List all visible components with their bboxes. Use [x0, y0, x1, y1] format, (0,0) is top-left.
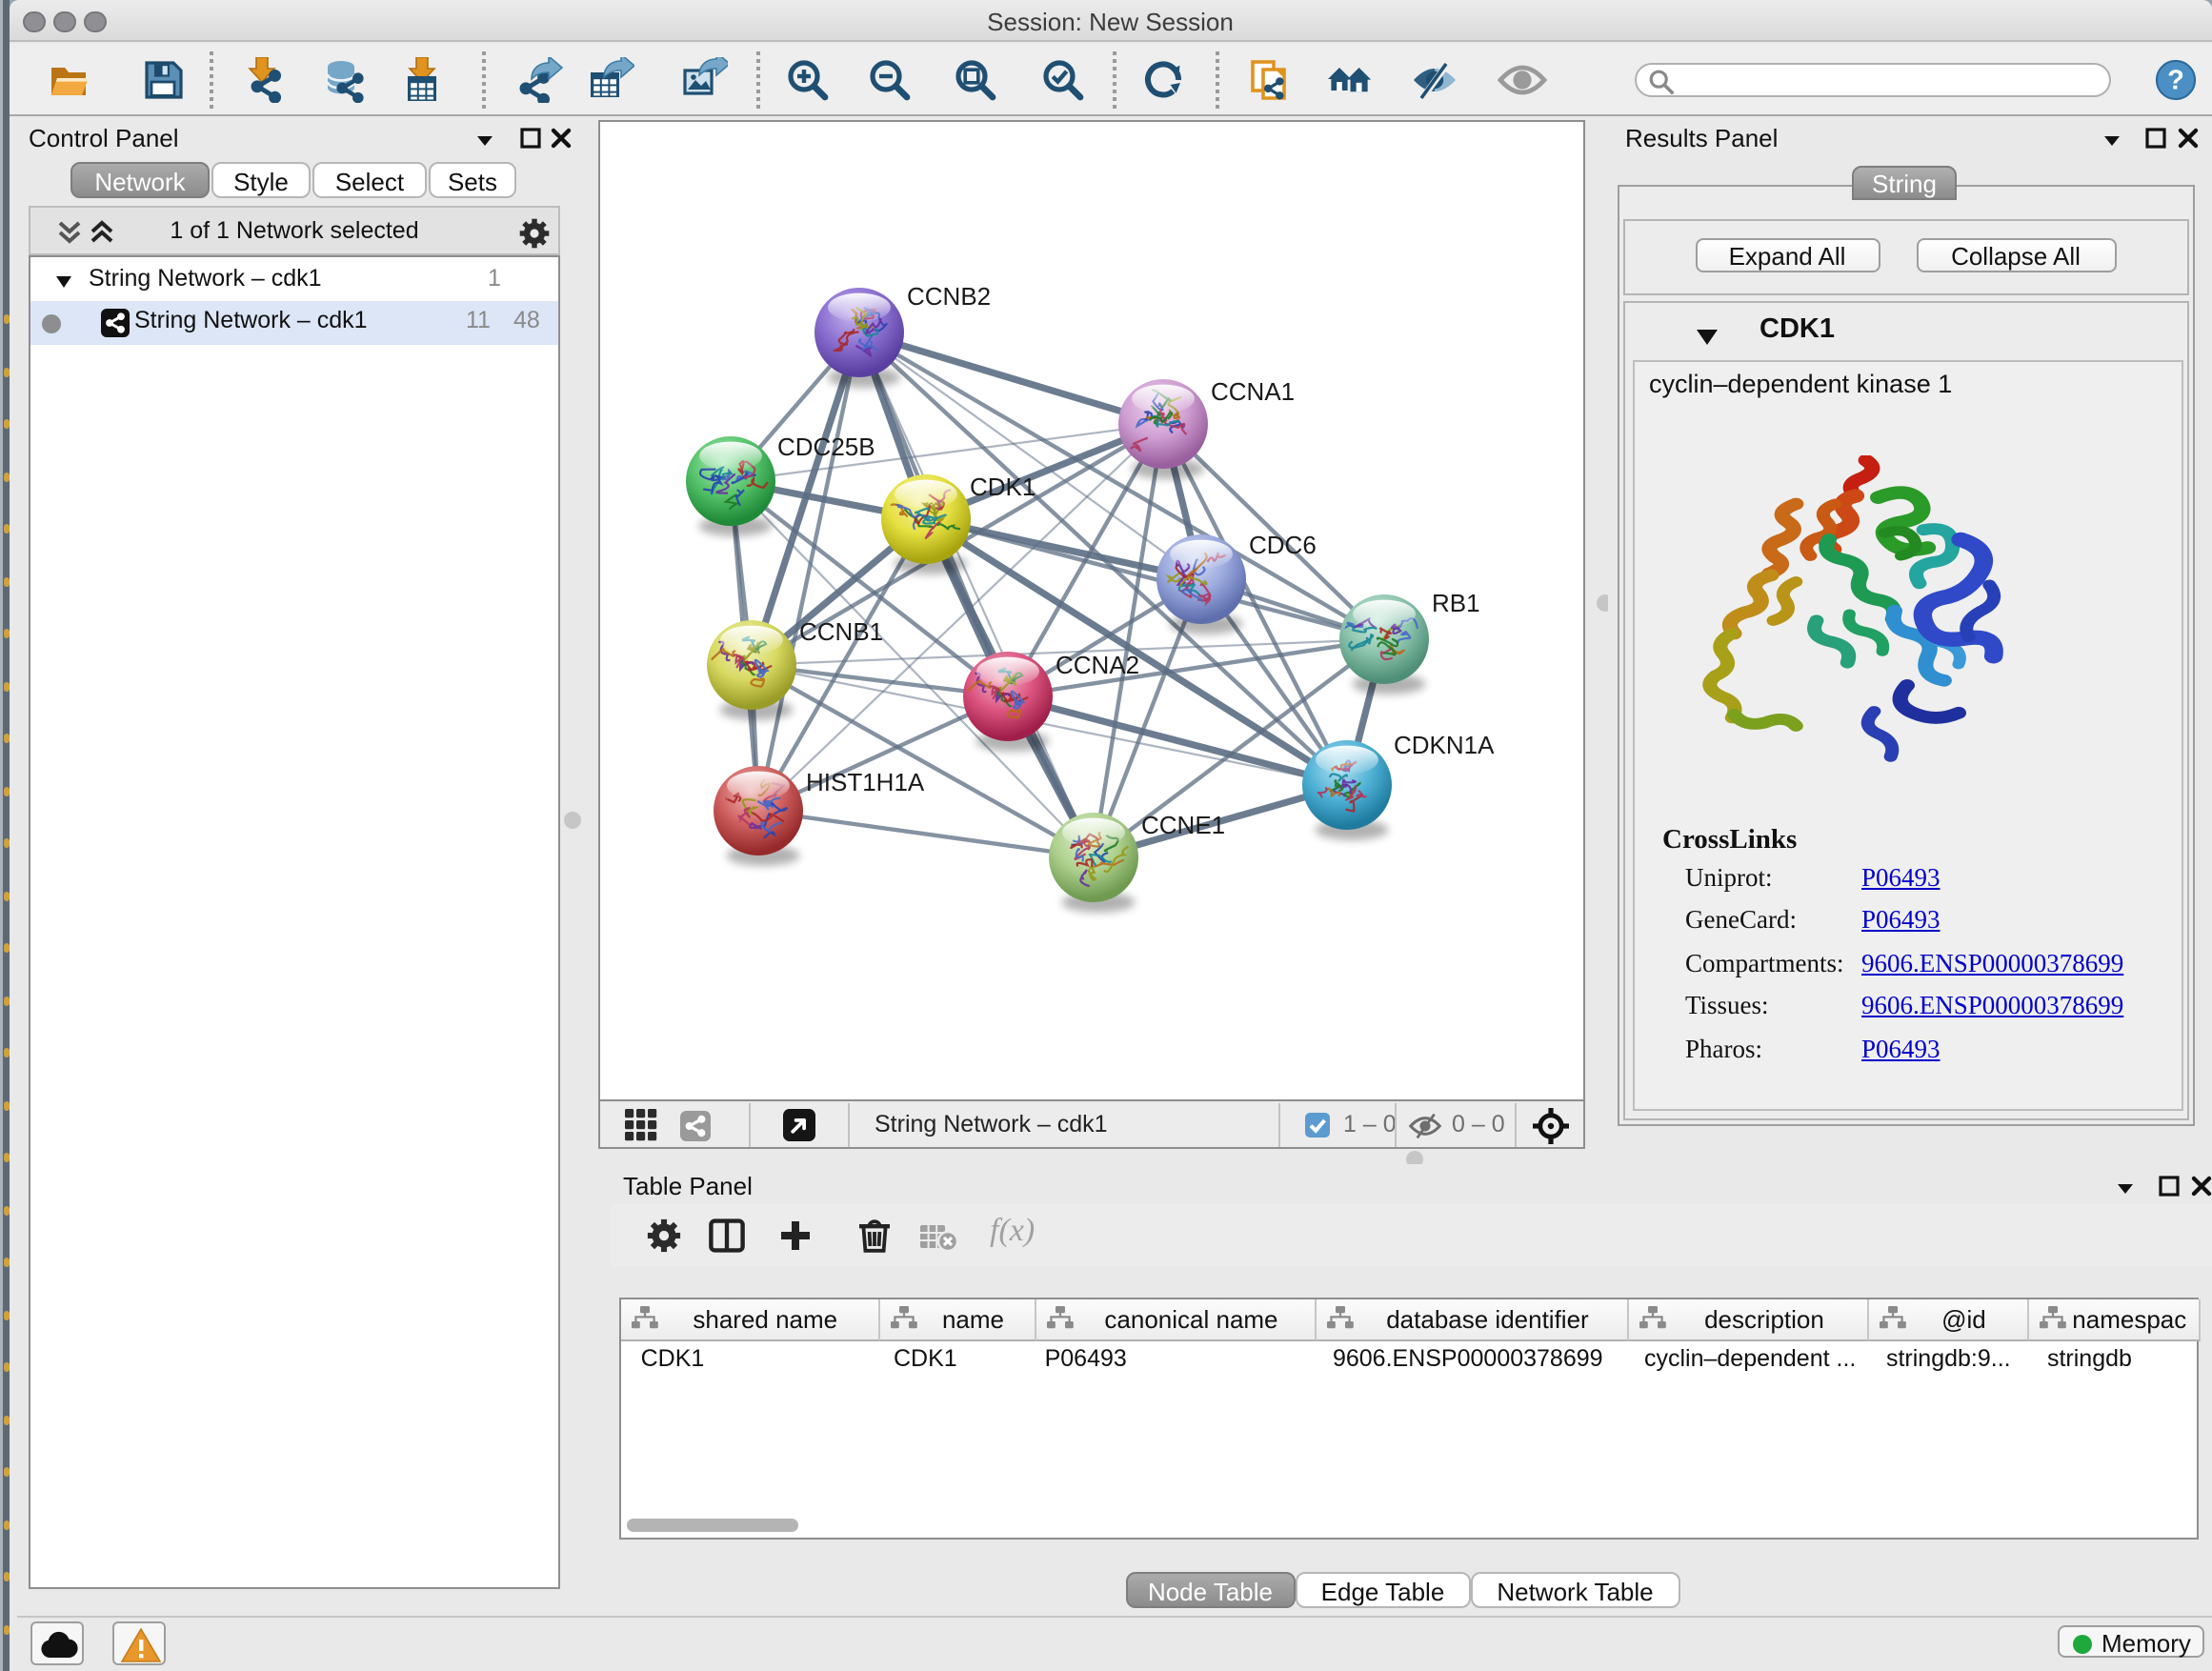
svg-text:CCNB2: CCNB2 — [907, 282, 991, 311]
svg-text:CDC25B: CDC25B — [777, 433, 875, 461]
svg-text:HIST1H1A: HIST1H1A — [806, 768, 925, 796]
svg-text:CCNB1: CCNB1 — [799, 617, 883, 646]
svg-text:CDC6: CDC6 — [1249, 531, 1317, 559]
svg-text:?: ? — [2166, 66, 2183, 96]
svg-text:CDK1: CDK1 — [970, 473, 1036, 501]
svg-text:CCNA2: CCNA2 — [1056, 651, 1139, 679]
svg-text:RB1: RB1 — [1432, 589, 1480, 617]
svg-text:CDKN1A: CDKN1A — [1394, 731, 1495, 759]
svg-text:CCNE1: CCNE1 — [1141, 811, 1225, 839]
svg-text:CCNA1: CCNA1 — [1211, 377, 1295, 406]
